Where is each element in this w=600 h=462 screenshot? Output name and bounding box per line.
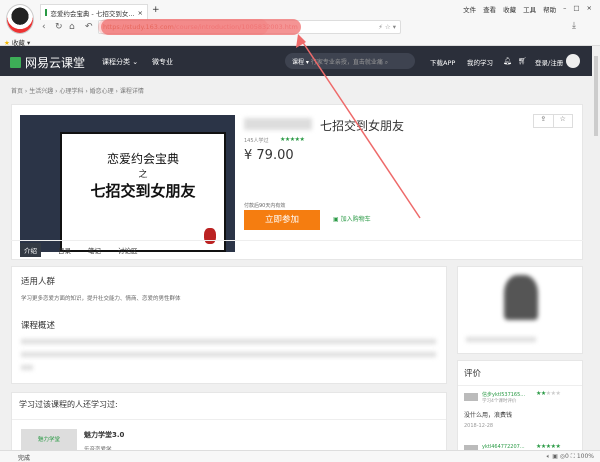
review-avatar: [464, 393, 478, 401]
qq-logo: [6, 4, 34, 34]
close-window-icon[interactable]: ×: [587, 4, 592, 14]
status-bar: 完成 🔈︎ ▣ ◎0 ⛶ 100%: [0, 450, 600, 462]
cart-icon[interactable]: 🛒︎: [518, 57, 527, 65]
also-heading: 学习过该课程的人还学习过:: [19, 400, 118, 409]
logo-text: 网易云课堂: [25, 56, 86, 70]
share-icon[interactable]: ⇪: [534, 115, 554, 127]
minimize-icon[interactable]: –: [563, 4, 566, 14]
url-host: https://study.163.com: [103, 23, 174, 31]
blurred-overview: [21, 365, 33, 370]
also-learned-card: 学习过该课程的人还学习过: 魅力学堂 魅力学堂3.0 乐音恋爱学: [11, 392, 447, 453]
undo-icon[interactable]: ↶: [85, 22, 93, 32]
add-to-cart-link[interactable]: ▣ 加入购物车: [333, 214, 371, 223]
logo-icon: [10, 57, 21, 68]
back-icon[interactable]: ‹: [42, 22, 46, 32]
review-date: 2018-12-28: [464, 423, 494, 429]
overview-heading: 课程概述: [21, 321, 56, 331]
cover-line2: 之: [138, 170, 148, 180]
refresh-icon[interactable]: ↻: [55, 22, 63, 32]
browser-chrome: 恋爱约会宝典 - 七招交到女... × + 文件 查看 收藏 工具 帮助 – □ × …: [0, 0, 600, 47]
course-title: 七招交到女朋友: [320, 119, 405, 133]
login-link[interactable]: 登录/注册: [535, 57, 563, 67]
nav-categories[interactable]: 课程分类 ⌄: [102, 57, 138, 67]
scrollbar-thumb[interactable]: [594, 56, 598, 136]
reviews-heading: 评价: [464, 369, 482, 379]
tab-notes[interactable]: 笔记: [88, 245, 101, 255]
download-icon[interactable]: ⤓: [572, 21, 576, 31]
speaker-icon[interactable]: 🔈︎: [547, 453, 551, 460]
review-stars: ★★★★★: [536, 443, 561, 450]
cart-icon: ▣: [333, 216, 339, 223]
tab-discussion[interactable]: 讨论区: [118, 245, 138, 255]
teacher-photo: [504, 275, 538, 320]
address-bar[interactable]: https://study.163.com/course/introductio…: [98, 20, 401, 34]
search-input[interactable]: 课程 ▾ 行家专业亲授，直击就业痛 ⌕: [285, 53, 415, 69]
blurred-overview: [21, 352, 436, 357]
maximize-icon[interactable]: □: [573, 4, 579, 14]
site-header: 网易云课堂 课程分类 ⌄ 微专业 课程 ▾ 行家专业亲授，直击就业痛 ⌕ 下载A…: [0, 46, 592, 76]
scrollbar[interactable]: [592, 46, 600, 450]
audience-text: 学习更多恋爱方面的知识，提升社交能力、情商、恋爱的男性群体: [21, 296, 181, 302]
menu-favorites[interactable]: 收藏: [503, 4, 516, 14]
block-count: 0: [565, 453, 569, 460]
review-text: 没什么用，浪费钱: [464, 412, 513, 419]
course-cover: 恋爱约会宝典 之 七招交到女朋友: [20, 115, 235, 252]
zoom-level[interactable]: 100%: [577, 453, 594, 460]
course-price: ¥ 79.00: [244, 148, 294, 163]
audience-heading: 适用人群: [21, 277, 56, 287]
my-learning-link[interactable]: 我的学习: [467, 57, 493, 67]
new-tab-button[interactable]: +: [152, 5, 160, 15]
course-tabs: 介绍 目录 笔记 讨论区: [11, 240, 583, 259]
menu-bar: 文件 查看 收藏 工具 帮助 – □ ×: [463, 4, 592, 14]
related-course-title[interactable]: 魅力学堂3.0: [84, 430, 124, 440]
rating-stars: ★★★★★: [280, 136, 305, 143]
tab-intro[interactable]: 介绍: [20, 243, 41, 257]
intro-card: 适用人群 学习更多恋爱方面的知识，提升社交能力、情商、恋爱的男性群体 课程概述: [11, 266, 447, 384]
home-icon[interactable]: ⌂: [69, 22, 75, 32]
cover-line3: 七招交到女朋友: [90, 182, 196, 200]
breadcrumb[interactable]: 首页 › 生活兴趣 › 心理学科 › 婚恋心理 › 课程详情: [11, 86, 144, 95]
menu-help[interactable]: 帮助: [543, 4, 556, 14]
join-now-button[interactable]: 立即参加: [244, 210, 320, 230]
favicon-icon: [45, 9, 48, 16]
site-logo[interactable]: 网易云课堂: [10, 54, 85, 71]
avatar[interactable]: [566, 54, 580, 68]
download-app-link[interactable]: 下载APP: [430, 57, 455, 67]
blurred-overview: [21, 339, 436, 344]
status-text: 完成: [18, 455, 31, 462]
bell-icon[interactable]: 🔔︎: [503, 57, 512, 65]
tab-catalog[interactable]: 目录: [58, 245, 71, 255]
validity-note: 付款后90天内有效: [244, 203, 286, 209]
star-icon[interactable]: ⚡ ☆ ▾: [378, 23, 396, 31]
menu-tools[interactable]: 工具: [523, 4, 536, 14]
url-path: /course/introduction/1005832003.htm: [173, 23, 298, 31]
nav-micro-major[interactable]: 微专业: [152, 57, 173, 67]
favorite-icon[interactable]: ☆: [554, 115, 573, 127]
reviews-card: 评价 信步yktl537165... ★★★★★ 学习4个课时评价 没什么用，浪…: [457, 360, 583, 452]
learner-count: 145人学过: [244, 138, 269, 144]
tab-title: 恋爱约会宝典 - 七招交到女...: [50, 9, 135, 18]
cover-line1: 恋爱约会宝典: [106, 152, 179, 166]
blurred-author: [244, 118, 312, 130]
review-meta: 学习4个课时评价: [482, 399, 517, 404]
menu-view[interactable]: 查看: [483, 4, 496, 14]
search-scope[interactable]: 课程 ▾: [292, 59, 309, 66]
share-fav-group: ⇪ ☆: [533, 114, 573, 128]
close-tab-icon[interactable]: ×: [138, 9, 143, 17]
search-placeholder: 行家专业亲授，直击就业痛: [310, 59, 383, 66]
menu-file[interactable]: 文件: [463, 4, 476, 14]
review-stars: ★★★★★: [536, 390, 561, 397]
review-user[interactable]: 信步yktl537165...: [482, 391, 525, 398]
search-icon[interactable]: ⌕: [385, 59, 388, 66]
teacher-card: [457, 266, 583, 354]
add-to-cart-label: 加入购物车: [340, 216, 371, 223]
browser-tab[interactable]: 恋爱约会宝典 - 七招交到女... ×: [40, 4, 148, 20]
blurred-teacher-name: [466, 337, 536, 342]
